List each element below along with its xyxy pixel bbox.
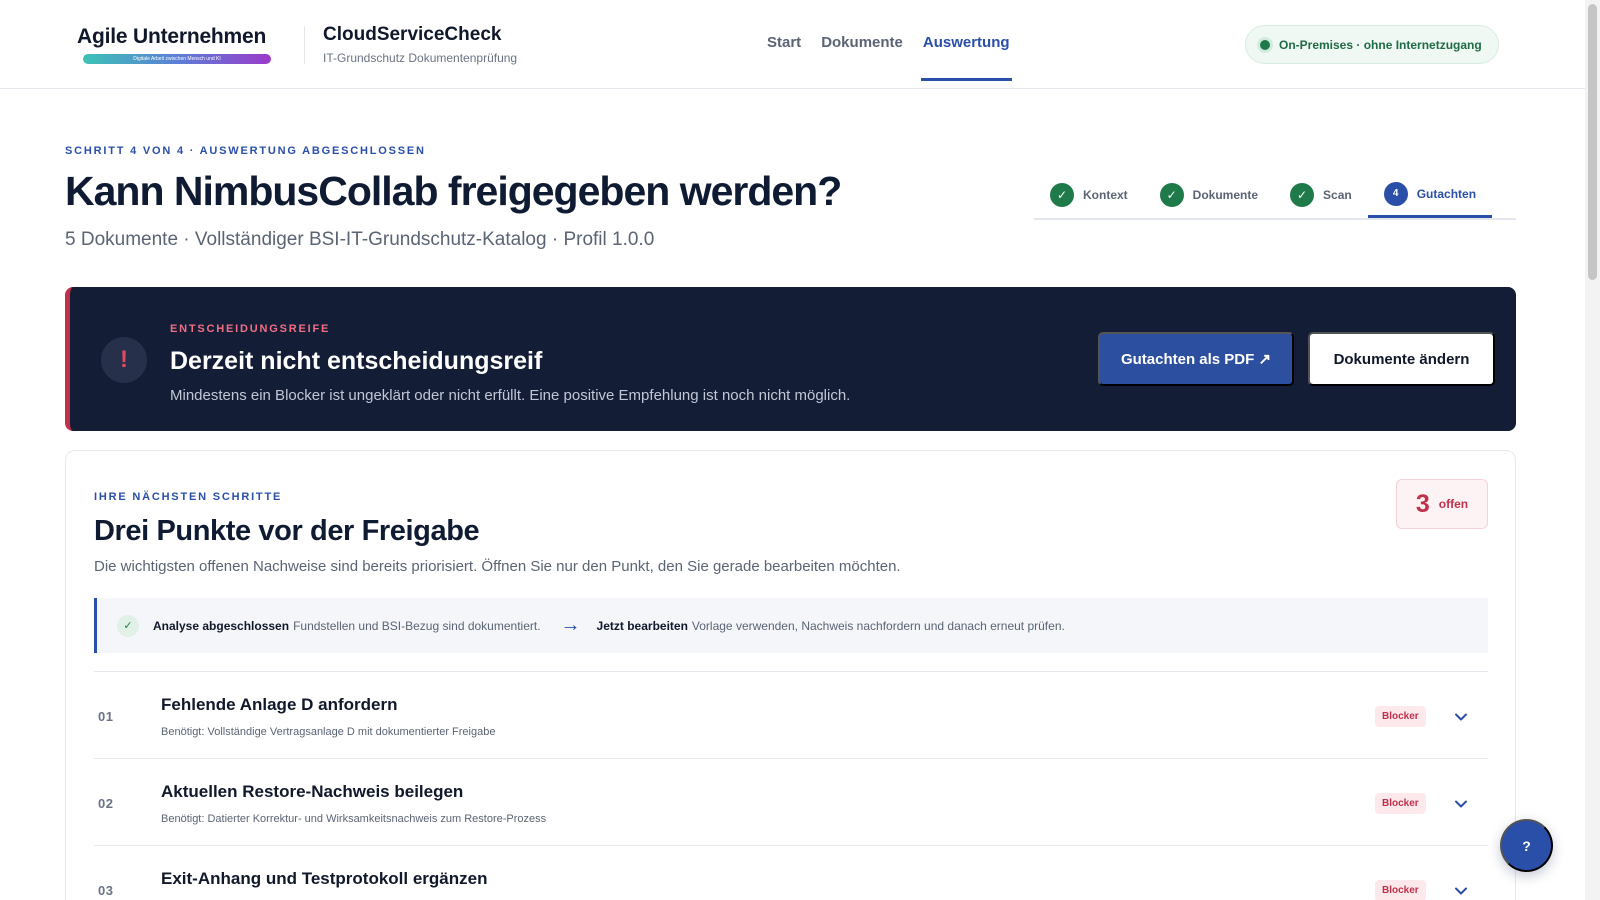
brand-name: Agile Unternehmen — [77, 25, 267, 48]
banner-title: Derzeit nicht entscheidungsreif — [170, 347, 543, 375]
page-title: Kann NimbusCollab freigegeben werden? — [65, 168, 842, 214]
decision-banner: ! ENTSCHEIDUNGSREIFE Derzeit nicht entsc… — [65, 287, 1516, 431]
analysis-done-text: Fundstellen und BSI-Bezug sind dokumenti… — [293, 618, 541, 633]
edit-documents-button[interactable]: Dokumente ändern — [1308, 332, 1495, 386]
next-action-label: Jetzt bearbeiten — [596, 618, 688, 633]
export-pdf-button[interactable]: Gutachten als PDF ↗ — [1098, 332, 1294, 386]
item-description: Benötigt: Datierter Korrektur- und Wirks… — [161, 813, 547, 825]
next-steps-card: IHRE NÄCHSTEN SCHRITTE Drei Punkte vor d… — [65, 450, 1516, 900]
header-divider — [304, 26, 305, 64]
item-number: 02 — [98, 796, 114, 811]
open-count-label: offen — [1438, 497, 1469, 511]
blocker-badge: Blocker — [1375, 793, 1426, 814]
nav-dokumente[interactable]: Dokumente — [821, 34, 903, 81]
card-eyebrow: IHRE NÄCHSTEN SCHRITTE — [94, 491, 283, 503]
check-icon: ✓ — [1290, 183, 1315, 207]
scrollbar-thumb[interactable] — [1588, 4, 1597, 280]
step-eyebrow: SCHRITT 4 VON 4 · AUSWERTUNG ABGESCHLOSS… — [65, 145, 426, 157]
open-count-badge: 3 offen — [1396, 479, 1488, 529]
step-label: Scan — [1323, 188, 1352, 202]
nav-auswertung[interactable]: Auswertung — [920, 34, 1012, 81]
step-number-badge: 4 — [1383, 181, 1408, 206]
step-kontext[interactable]: ✓ Kontext — [1034, 172, 1144, 218]
step-label: Dokumente — [1192, 188, 1259, 202]
step-label: Kontext — [1083, 188, 1128, 202]
item-number: 03 — [98, 883, 114, 898]
product-subtitle: IT-Grundschutz Dokumentenprüfung — [323, 51, 518, 65]
open-count-number: 3 — [1415, 489, 1430, 518]
item-number: 01 — [98, 709, 114, 724]
environment-badge: On-Premises · ohne Internetzugang — [1245, 25, 1499, 64]
next-action-text: Vorlage verwenden, Nachweis nachfordern … — [691, 618, 1065, 633]
item-description: Benötigt: Vollständige Vertragsanlage D … — [161, 726, 496, 738]
item-title: Aktuellen Restore-Nachweis beilegen — [161, 782, 464, 801]
blocker-badge: Blocker — [1375, 880, 1426, 900]
list-item[interactable]: 02 Aktuellen Restore-Nachweis beilegen B… — [94, 758, 1488, 845]
arrow-right-icon: → — [560, 614, 581, 636]
banner-eyebrow: ENTSCHEIDUNGSREIFE — [170, 323, 331, 335]
check-icon: ✓ — [1159, 183, 1184, 207]
step-dokumente[interactable]: ✓ Dokumente — [1144, 172, 1274, 218]
vertical-scrollbar[interactable] — [1585, 0, 1600, 900]
step-label: Gutachten — [1416, 186, 1477, 201]
list-item[interactable]: 03 Exit-Anhang und Testprotokoll ergänze… — [94, 845, 1488, 900]
item-title: Exit-Anhang und Testprotokoll ergänzen — [161, 869, 488, 888]
chevron-down-icon[interactable] — [1452, 795, 1470, 813]
main-nav: Start Dokumente Auswertung — [767, 34, 1012, 81]
check-icon: ✓ — [117, 614, 139, 637]
exclamation-icon: ! — [101, 337, 147, 383]
step-scan[interactable]: ✓ Scan — [1274, 172, 1368, 218]
blocker-badge: Blocker — [1375, 706, 1426, 727]
help-button[interactable]: ? — [1500, 819, 1553, 872]
list-item[interactable]: 01 Fehlende Anlage D anfordern Benötigt:… — [94, 671, 1488, 758]
status-dot-icon — [1260, 39, 1270, 50]
next-steps-list: 01 Fehlende Anlage D anfordern Benötigt:… — [94, 671, 1488, 900]
nav-start[interactable]: Start — [767, 34, 801, 81]
workflow-status-strip: ✓ Analyse abgeschlossen Fundstellen und … — [94, 598, 1488, 653]
brand-tagline-bar: Digitale Arbeit zwischen Mensch und KI — [83, 54, 271, 64]
chevron-down-icon[interactable] — [1452, 882, 1470, 900]
top-header: Agile Unternehmen Digitale Arbeit zwisch… — [0, 0, 1585, 89]
check-icon: ✓ — [1050, 183, 1074, 207]
item-title: Fehlende Anlage D anfordern — [161, 695, 398, 714]
card-title: Drei Punkte vor der Freigabe — [94, 515, 480, 547]
page-subtitle: 5 Dokumente · Vollständiger BSI-IT-Grund… — [65, 229, 655, 250]
step-gutachten[interactable]: 4 Gutachten — [1367, 172, 1493, 218]
product-title-block: CloudServiceCheck IT-Grundschutz Dokumen… — [323, 24, 517, 65]
brand-logo[interactable]: Agile Unternehmen Digitale Arbeit zwisch… — [77, 25, 272, 64]
progress-stepper: ✓ Kontext ✓ Dokumente ✓ Scan 4 Gutachten — [1034, 172, 1516, 220]
analysis-done-label: Analyse abgeschlossen — [153, 618, 290, 633]
product-name: CloudServiceCheck — [323, 24, 502, 45]
chevron-down-icon[interactable] — [1452, 708, 1470, 726]
card-description: Die wichtigsten offenen Nachweise sind b… — [94, 558, 901, 575]
banner-text: Mindestens ein Blocker ist ungeklärt ode… — [170, 387, 851, 404]
environment-label: On-Premises · ohne Internetzugang — [1279, 37, 1482, 52]
